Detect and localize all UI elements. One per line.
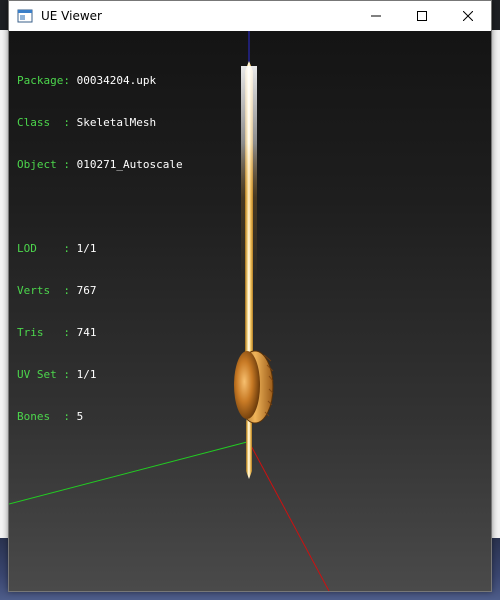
object-value: 010271_Autoscale [76,158,183,171]
minimize-button[interactable] [353,1,399,31]
lod-value: 1/1 [76,242,97,255]
title-bar[interactable]: UE Viewer [9,1,491,31]
bones-value: 5 [76,410,84,423]
maximize-icon [417,11,427,21]
info-label: Bones : [17,410,70,423]
background-app-left [0,30,8,600]
minimize-icon [371,15,381,17]
verts-value: 767 [76,284,97,297]
mesh-guard-face [234,351,260,419]
axis-x [248,441,330,591]
maximize-button[interactable] [399,1,445,31]
background-app-right [492,30,500,600]
3d-viewport[interactable]: Package: 00034204.upk Class : SkeletalMe… [9,31,491,591]
window-app-icon [17,9,33,23]
info-label: Verts : [17,284,70,297]
info-label: Tris : [17,326,70,339]
close-icon [463,11,473,21]
uvset-value: 1/1 [76,368,97,381]
close-button[interactable] [445,1,491,31]
info-label: LOD : [17,242,70,255]
tris-value: 741 [76,326,97,339]
package-value: 00034204.upk [76,74,157,87]
info-label: Object : [17,158,70,171]
info-label: Package: [17,74,70,87]
window-title: UE Viewer [41,9,102,23]
class-value: SkeletalMesh [76,116,157,129]
mesh-info-overlay: Package: 00034204.upk Class : SkeletalMe… [17,46,183,452]
info-label: Class : [17,116,70,129]
mesh-glow [241,66,257,286]
mesh-lower-tip [246,421,252,479]
ue-viewer-window: UE Viewer Package: 00034204.upk Class: … [8,0,492,592]
info-label: UV Set : [17,368,70,381]
